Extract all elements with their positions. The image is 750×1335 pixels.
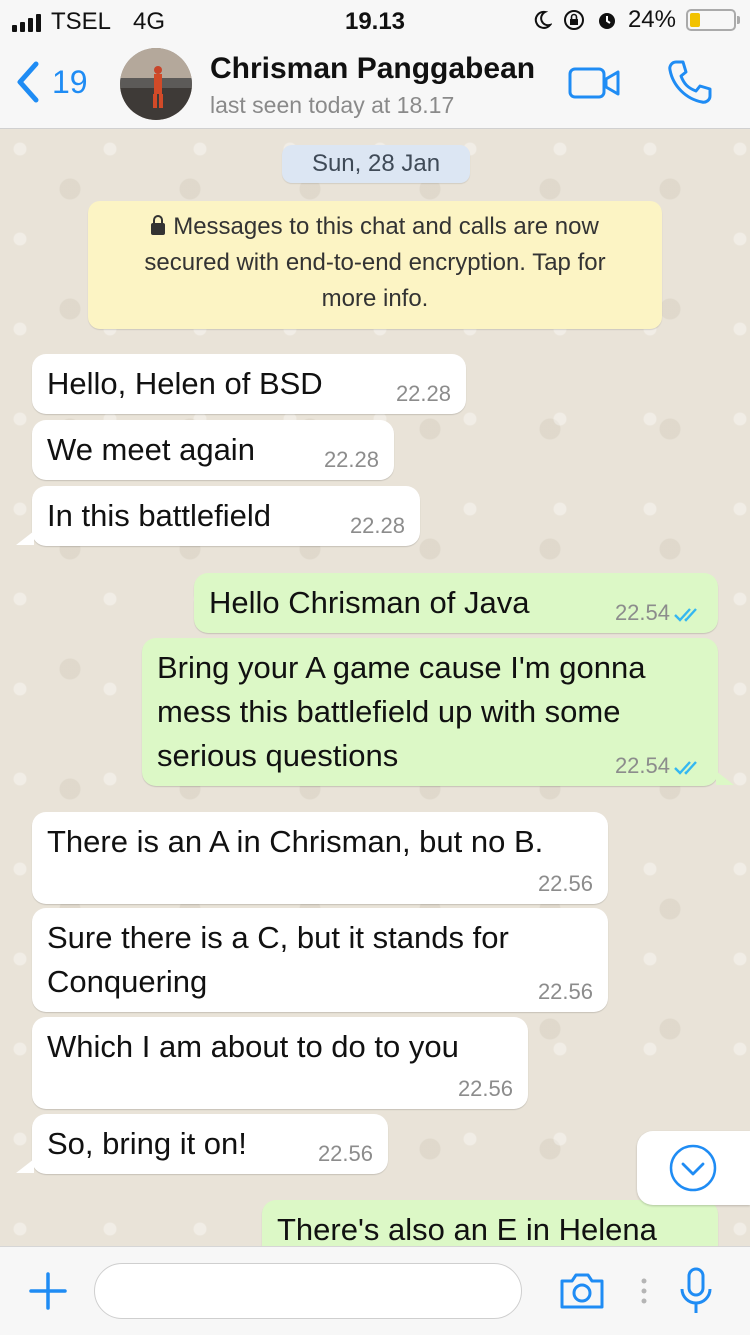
double-check-icon: [674, 761, 697, 775]
rotation-lock-icon: [563, 10, 584, 30]
message-line: mess this battlefield up with some: [157, 694, 621, 729]
chat-area[interactable]: Sun, 28 Jan Messages to this chat and ca…: [0, 129, 750, 1246]
voice-message-button[interactable]: [678, 1267, 714, 1320]
message-time: 22.54: [614, 753, 670, 778]
encryption-line-2: secured with end-to-end encryption. Tap …: [144, 249, 606, 276]
battery-icon: [686, 9, 740, 31]
chat-header: 19 Chrisman Panggabean last seen today a…: [0, 40, 750, 129]
battery-fill: [690, 13, 701, 27]
bubble-tail: [16, 1159, 34, 1173]
encryption-text-1: Messages to this chat and calls are now: [173, 213, 599, 240]
message-bubble[interactable]: In this battlefield 22.28: [32, 486, 420, 546]
message-text: There's also an E in Helena: [277, 1212, 657, 1246]
message-line: Bring your A game cause I'm gonna: [157, 650, 646, 685]
separator-dots: [640, 1277, 648, 1310]
contact-name[interactable]: Chrisman Panggabean: [210, 52, 535, 86]
message-bubble[interactable]: There is an A in Chrisman, but no B. 22.…: [32, 812, 608, 904]
message-bubble-outgoing[interactable]: Bring your A game cause I'm gonna mess t…: [142, 638, 718, 786]
message-time: 22.56: [537, 871, 593, 896]
alarm-icon: [598, 13, 615, 29]
input-bar: [0, 1246, 750, 1335]
message-bubble-outgoing[interactable]: There's also an E in Helena: [262, 1200, 718, 1246]
message-time: 22.54: [614, 600, 670, 625]
encryption-notice[interactable]: Messages to this chat and calls are now …: [88, 201, 662, 329]
message-bubble[interactable]: Which I am about to do to you 22.56: [32, 1017, 528, 1109]
message-time: 22.56: [537, 979, 593, 1004]
message-text: Sure there is a C, but it stands for Con…: [47, 916, 593, 1004]
phone-call-icon: [668, 60, 712, 104]
message-time: 22.56: [317, 1141, 373, 1166]
scroll-to-bottom-button[interactable]: [637, 1131, 750, 1205]
camera-button[interactable]: [558, 1271, 606, 1316]
message-text: Hello, Helen of BSD: [47, 366, 323, 401]
status-bar: TSEL 4G 19.13 24%: [0, 0, 750, 40]
double-check-icon: [674, 608, 697, 622]
message-line: Sure there is a C, but it stands for: [47, 920, 509, 955]
last-seen-status: last seen today at 18.17: [210, 92, 455, 118]
plus-icon: [29, 1272, 67, 1310]
message-text: Which I am about to do to you: [47, 1029, 459, 1064]
message-bubble[interactable]: Hello, Helen of BSD 22.28: [32, 354, 466, 414]
message-time: 22.56: [457, 1076, 513, 1101]
back-chevron-icon: [17, 61, 39, 103]
mic-icon: [680, 1267, 712, 1313]
message-line: Conquering: [47, 964, 208, 999]
message-time: 22.28: [395, 381, 451, 406]
date-separator: Sun, 28 Jan: [282, 145, 470, 183]
message-bubble-outgoing[interactable]: Hello Chrisman of Java 22.54: [194, 573, 718, 633]
back-button[interactable]: 19: [14, 60, 88, 104]
message-time: 22.28: [349, 513, 405, 538]
scroll-down-icon: [669, 1144, 717, 1192]
message-bubble[interactable]: Sure there is a C, but it stands for Con…: [32, 908, 608, 1012]
moon-icon: [534, 10, 552, 29]
message-bubble[interactable]: We meet again 22.28: [32, 420, 394, 480]
video-call-icon: [568, 67, 620, 99]
camera-icon: [560, 1273, 604, 1309]
bubble-tail: [716, 771, 734, 785]
encryption-line-3: more info.: [321, 285, 429, 312]
video-call-button[interactable]: [568, 66, 620, 105]
unread-count: 19: [52, 63, 88, 100]
message-text: There is an A in Chrisman, but no B.: [47, 824, 544, 859]
encryption-line-1: Messages to this chat and calls are now: [88, 209, 662, 245]
voice-call-button[interactable]: [666, 58, 714, 111]
message-bubble[interactable]: So, bring it on! 22.56: [32, 1114, 388, 1174]
status-right: 24%: [532, 6, 740, 34]
lock-icon: [151, 215, 166, 235]
message-input[interactable]: [94, 1263, 522, 1319]
message-time: 22.28: [323, 447, 379, 472]
bubble-tail: [16, 531, 34, 545]
battery-percent: 24%: [627, 6, 676, 33]
avatar[interactable]: [120, 48, 192, 120]
attach-button[interactable]: [28, 1271, 68, 1316]
